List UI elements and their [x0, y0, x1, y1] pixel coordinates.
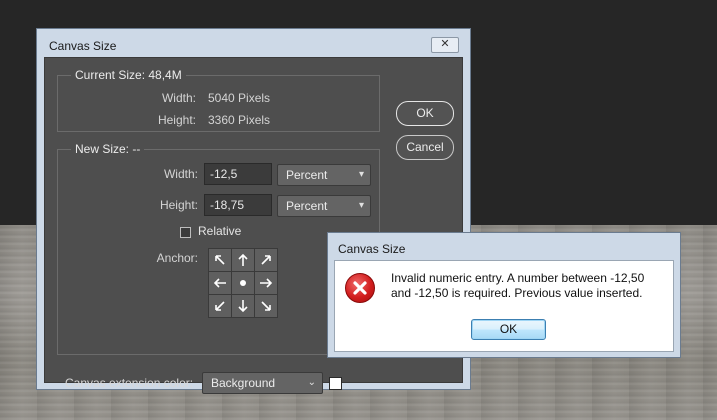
dialog-title: Canvas Size: [49, 39, 117, 53]
width-input[interactable]: -12,5: [204, 163, 272, 185]
relative-label: Relative: [198, 224, 242, 238]
current-width-label: Width:: [161, 91, 196, 105]
current-height-value: 3360 Pixels: [208, 113, 271, 127]
height-unit-select[interactable]: Percent ▾: [277, 195, 371, 217]
width-unit-value: Percent: [286, 168, 328, 182]
close-icon: ✕: [440, 38, 450, 50]
current-height-label: Height:: [157, 113, 196, 127]
anchor-dot-icon: [240, 280, 246, 286]
arrow-up-left-icon: [215, 255, 225, 265]
height-unit-value: Percent: [286, 199, 328, 213]
anchor-bottom-left[interactable]: [209, 295, 231, 317]
new-height-label: Height:: [159, 198, 198, 212]
current-size-title: Current Size: 48,4M: [71, 68, 186, 82]
extension-color-value: Background: [211, 376, 276, 390]
anchor-middle-left[interactable]: [209, 272, 231, 294]
anchor-middle-right[interactable]: [255, 272, 277, 294]
height-input[interactable]: -18,75: [204, 194, 272, 216]
anchor-label: Anchor:: [156, 251, 198, 265]
chevron-down-icon: ⌄: [307, 377, 316, 388]
anchor-top-center[interactable]: [232, 249, 254, 271]
width-unit-select[interactable]: Percent ▾: [277, 164, 371, 186]
relative-checkbox[interactable]: [180, 227, 191, 238]
arrow-up-icon: [238, 253, 248, 266]
anchor-grid: [208, 248, 278, 318]
new-size-title: New Size: --: [71, 142, 145, 156]
anchor-center[interactable]: [232, 272, 254, 294]
extension-color-label: Canvas extension color:: [65, 376, 194, 390]
arrow-right-icon: [260, 278, 273, 288]
close-button[interactable]: ✕: [431, 37, 459, 53]
anchor-bottom-center[interactable]: [232, 295, 254, 317]
chevron-down-icon: ▾: [358, 169, 364, 180]
new-width-label: Width:: [163, 167, 198, 181]
current-size-group: Current Size: 48,4M Width: 5040 Pixels H…: [57, 68, 380, 132]
arrow-down-icon: [238, 300, 248, 313]
error-dialog: Canvas Size Invalid numeric entry. A num…: [327, 232, 681, 358]
error-dialog-content: Invalid numeric entry. A number between …: [334, 260, 674, 352]
extension-color-select[interactable]: Background ⌄: [202, 372, 323, 394]
anchor-bottom-right[interactable]: [255, 295, 277, 317]
anchor-top-left[interactable]: [209, 249, 231, 271]
ok-button[interactable]: OK: [396, 101, 454, 126]
arrow-down-left-icon: [215, 301, 225, 311]
error-dialog-title: Canvas Size: [338, 242, 406, 256]
arrow-left-icon: [213, 278, 226, 288]
cancel-button[interactable]: Cancel: [396, 135, 454, 160]
arrow-up-right-icon: [261, 255, 271, 265]
anchor-top-right[interactable]: [255, 249, 277, 271]
chevron-down-icon: ▾: [358, 200, 364, 211]
current-width-value: 5040 Pixels: [208, 91, 271, 105]
error-icon: [345, 273, 375, 303]
error-message: Invalid numeric entry. A number between …: [391, 271, 645, 300]
error-ok-button[interactable]: OK: [471, 319, 546, 340]
arrow-down-right-icon: [261, 301, 271, 311]
extension-color-swatch[interactable]: [329, 377, 342, 390]
